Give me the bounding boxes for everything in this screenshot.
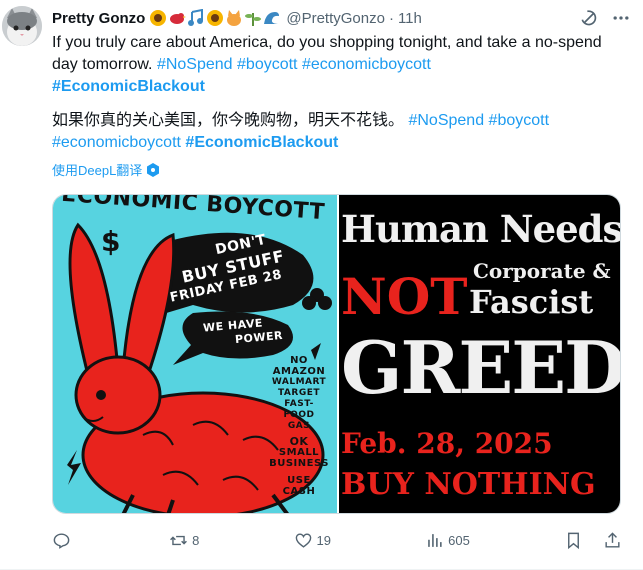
retweet-icon xyxy=(170,535,188,545)
list-item: SMALL xyxy=(278,447,320,458)
secondary-actions xyxy=(564,531,622,550)
list-item: BUSINESS xyxy=(269,458,329,469)
wave-icon xyxy=(264,12,281,24)
list-item: OK xyxy=(289,435,309,448)
herb-icon xyxy=(245,13,262,26)
hashtag-boycott[interactable]: #boycott xyxy=(237,56,297,73)
hashtag-economicboycott[interactable]: #economicboycott xyxy=(302,56,431,73)
bookmark-button[interactable] xyxy=(564,531,583,550)
tweet-text-chinese: 如果你真的关心美国，你今晚购物，明天不花钱。 #NoSpend #boycott… xyxy=(52,110,622,154)
grok-icon[interactable] xyxy=(579,8,599,28)
like-count: 19 xyxy=(316,532,331,548)
translate-label: 使用DeepL翻译 xyxy=(52,163,143,178)
poster-line-buy-nothing: BUY NOTHING xyxy=(341,467,596,502)
sunflower-icon xyxy=(150,10,167,26)
reply-button[interactable] xyxy=(52,531,75,550)
retweet-button[interactable]: 8 xyxy=(169,531,199,550)
share-button[interactable] xyxy=(603,531,622,550)
poster-line-corporate: Corporate & xyxy=(473,259,611,283)
list-item: USE xyxy=(287,475,311,486)
cat-avatar-icon xyxy=(2,6,42,46)
tweet-text: If you truly care about America, do you … xyxy=(52,32,622,154)
avatar[interactable] xyxy=(2,6,42,46)
list-item: TARGET xyxy=(277,388,320,398)
list-item: CASH xyxy=(282,486,316,497)
bird-icon xyxy=(170,13,187,24)
poster-line-greed: GREED xyxy=(341,325,621,410)
hashtag-nospend-2[interactable]: #NoSpend xyxy=(408,112,484,129)
name-emojis xyxy=(149,9,281,27)
dollar-sign: $ xyxy=(101,225,121,258)
poster-line-fascist: Fascist xyxy=(469,283,594,321)
tweet: Pretty Gonzo @PrettyGonzo · 11h If you t… xyxy=(0,0,643,570)
retweet-count: 8 xyxy=(192,532,200,548)
media-container[interactable]: ECONOMIC BOYCOTT $ DON'T BUY STUFF FRIDA… xyxy=(52,194,621,514)
tweet-header: Pretty Gonzo @PrettyGonzo · 11h xyxy=(52,6,631,30)
list-item: FAST- xyxy=(284,399,314,409)
boycott-list: NO AMAZON WALMART TARGET FAST- FOOD GAS … xyxy=(261,355,337,497)
list-item: WALMART xyxy=(271,377,327,387)
author-name[interactable]: Pretty Gonzo xyxy=(52,10,145,27)
list-item: GAS xyxy=(287,421,311,431)
heart-icon xyxy=(295,532,311,548)
hashtag-boycott-2[interactable]: #boycott xyxy=(489,112,549,129)
poster-line-not: NOT xyxy=(341,267,468,326)
views-button[interactable]: 605 xyxy=(425,531,470,550)
boycott-poster-image[interactable]: ECONOMIC BOYCOTT $ DON'T BUY STUFF FRIDA… xyxy=(53,195,337,513)
poster-line-date: Feb. 28, 2025 xyxy=(341,427,553,460)
hashtag-economicblackout[interactable]: #EconomicBlackout xyxy=(52,78,205,95)
more-options-icon[interactable] xyxy=(611,8,631,28)
hashtag-economicboycott-2[interactable]: #economicboycott xyxy=(52,134,181,151)
music-notes-icon xyxy=(188,9,204,26)
translate-link[interactable]: 使用DeepL翻译 xyxy=(52,160,160,179)
list-item: AMAZON xyxy=(272,366,326,377)
human-needs-poster-image[interactable]: Human Needs NOT Corporate & Fascist GREE… xyxy=(339,195,620,513)
author-handle[interactable]: @PrettyGonzo xyxy=(286,10,385,27)
list-item: NO xyxy=(290,355,308,366)
separator-dot: · xyxy=(388,9,394,27)
header-actions xyxy=(579,6,631,30)
sunflower-icon xyxy=(207,10,224,26)
hashtag-nospend[interactable]: #NoSpend xyxy=(157,56,233,73)
deepl-icon xyxy=(147,162,160,177)
post-time[interactable]: 11h xyxy=(398,10,422,27)
tweet-line2: 如果你真的关心美国，你今晚购物，明天不花钱。 xyxy=(52,112,405,129)
share-icon xyxy=(605,531,620,548)
views-chart-icon xyxy=(428,533,442,547)
list-item: FOOD xyxy=(283,410,315,420)
bookmark-icon xyxy=(568,532,579,549)
poster-line-human-needs: Human Needs xyxy=(341,207,621,251)
action-bar: 8 19 605 xyxy=(52,526,622,554)
like-button[interactable]: 19 xyxy=(294,531,331,550)
hashtag-economicblackout-2[interactable]: #EconomicBlackout xyxy=(185,134,338,151)
views-count: 605 xyxy=(448,532,470,548)
cat-icon xyxy=(227,10,242,26)
reply-icon xyxy=(53,532,70,549)
tweet-text-english: If you truly care about America, do you … xyxy=(52,32,622,98)
